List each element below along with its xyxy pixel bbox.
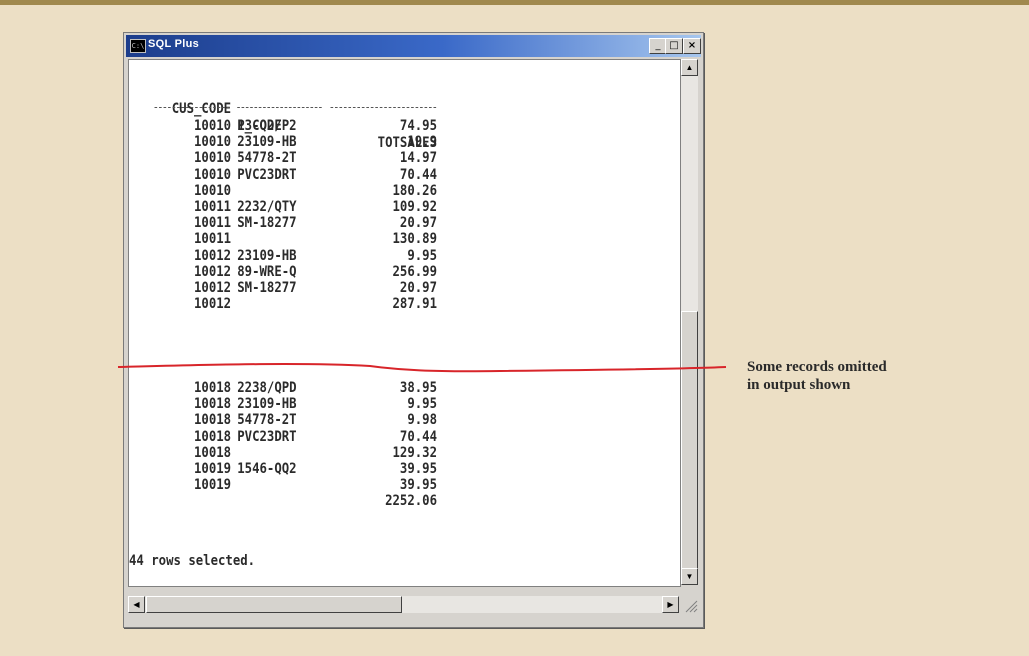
omission-annotation: Some records omitted in output shown bbox=[747, 358, 967, 394]
omission-marker-line bbox=[117, 363, 727, 373]
annotation-line-2: in output shown bbox=[747, 377, 851, 393]
annotation-line-1: Some records omitted bbox=[747, 359, 887, 375]
